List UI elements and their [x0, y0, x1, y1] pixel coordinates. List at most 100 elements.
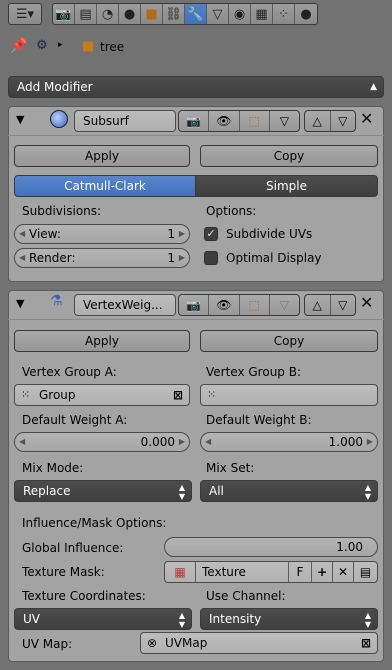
vertex-group-b-field[interactable]: ⁙: [200, 384, 378, 406]
dropdown-arrows-icon: ▲ ▼: [178, 611, 185, 629]
texture-coordinates-dropdown[interactable]: UV ▲ ▼: [14, 608, 192, 630]
collapse-triangle-icon[interactable]: ▼: [16, 113, 24, 126]
remove-modifier-icon[interactable]: ✕: [360, 109, 373, 128]
mix-set-dropdown[interactable]: All ▲ ▼: [200, 480, 378, 502]
vertex-weight-copy-button[interactable]: Copy: [200, 330, 378, 352]
move-up-icon[interactable]: △: [305, 111, 331, 131]
uv-map-label: UV Map:: [22, 637, 73, 651]
fake-user-button[interactable]: F: [289, 562, 312, 582]
subsurf-header: ▼ Subsurf 📷 👁 ⬚ ▽ △ ▽ ✕: [8, 106, 384, 136]
add-texture-icon[interactable]: +: [312, 562, 333, 582]
view-subdivisions-field[interactable]: ◀ View: 1 ▶: [14, 224, 190, 244]
breadcrumb: 📌 ⚙ ▸ ■ tree: [10, 38, 310, 58]
default-weight-a-label: Default Weight A:: [22, 413, 128, 427]
mix-mode-label: Mix Mode:: [22, 461, 84, 475]
subsurf-apply-button[interactable]: Apply: [14, 145, 190, 167]
default-weight-b-field[interactable]: ◀ 1.000 ▶: [200, 432, 378, 452]
move-down-icon[interactable]: ▽: [331, 295, 356, 315]
texture-icon[interactable]: ▦: [251, 4, 273, 24]
vertex-group-a-field[interactable]: ⁙ Group ⊠: [14, 384, 190, 406]
dropdown-arrows-icon: ▲ ▼: [364, 483, 371, 501]
object-name: tree: [100, 40, 125, 54]
data-icon[interactable]: ▽: [207, 4, 229, 24]
increment-arrow-icon: ▶: [178, 437, 185, 446]
viewport-eye-icon[interactable]: 👁: [209, 295, 240, 315]
tab-catmull-clark[interactable]: Catmull-Clark: [14, 175, 196, 197]
material-icon[interactable]: ◉: [229, 4, 251, 24]
cage-triangle-icon[interactable]: ▽: [270, 295, 299, 315]
texture-mask-label: Texture Mask:: [22, 565, 105, 579]
optimal-display-checkbox[interactable]: [204, 251, 218, 265]
vertex-group-icon: ⁙: [207, 388, 217, 401]
subsurf-name-field[interactable]: Subsurf: [74, 110, 176, 132]
cage-triangle-icon[interactable]: ▽: [270, 111, 299, 131]
render-icon[interactable]: 📷: [53, 4, 75, 24]
subdivisions-label: Subdivisions:: [22, 204, 102, 218]
move-up-icon[interactable]: △: [305, 295, 331, 315]
add-modifier-menu[interactable]: Add Modifier ▲: [8, 76, 384, 98]
subdivide-uvs-label: Subdivide UVs: [226, 227, 313, 241]
vertex-weight-header: ▼ ⚗ VertexWeig... 📷 👁 ⬚ ▽ △ ▽ ✕: [8, 290, 384, 320]
texture-coordinates-label: Texture Coordinates:: [22, 589, 146, 603]
mesh-object-icon: ■: [82, 39, 95, 54]
remove-modifier-icon[interactable]: ✕: [360, 293, 373, 312]
tab-simple[interactable]: Simple: [195, 175, 378, 197]
vertex-weight-apply-button[interactable]: Apply: [14, 330, 190, 352]
texture-checker-icon[interactable]: ▦: [165, 562, 196, 582]
vertex-weight-name-field[interactable]: VertexWeig...: [74, 294, 176, 316]
options-label: Options:: [206, 204, 257, 218]
particles-icon[interactable]: ⁘: [273, 4, 295, 24]
subdivide-uvs-checkbox[interactable]: ✓: [204, 227, 218, 241]
global-influence-label: Global Influence:: [22, 541, 124, 555]
increment-arrow-icon: ▶: [178, 229, 185, 238]
dropdown-arrows-icon: ▲ ▼: [364, 611, 371, 629]
uv-map-field[interactable]: ⊗ UVMap ⊠: [140, 632, 378, 654]
pin-icon[interactable]: 📌: [10, 38, 27, 54]
editor-type-menu[interactable]: ☰▾: [8, 3, 42, 25]
scene-icon[interactable]: ◔: [97, 4, 119, 24]
unlink-texture-icon[interactable]: ✕: [333, 562, 354, 582]
world-icon[interactable]: ●: [119, 4, 141, 24]
constraint-icon[interactable]: ⛓: [163, 4, 185, 24]
subsurf-icon: [50, 110, 68, 128]
subsurf-copy-button[interactable]: Copy: [200, 145, 378, 167]
physics-icon[interactable]: ●: [295, 4, 317, 24]
global-influence-slider[interactable]: 1.00: [164, 537, 378, 557]
up-down-arrows-icon: ▲: [370, 82, 377, 92]
increment-arrow-icon: ▶: [366, 437, 373, 446]
render-toggle-icon[interactable]: 📷: [179, 111, 210, 131]
decrement-arrow-icon: ◀: [19, 229, 26, 238]
default-weight-a-field[interactable]: ◀ 0.000 ▶: [14, 432, 190, 452]
viewport-eye-icon[interactable]: 👁: [209, 111, 240, 131]
clear-field-icon[interactable]: ⊠: [173, 385, 183, 405]
object-icon[interactable]: ■: [141, 4, 163, 24]
render-toggle-icon[interactable]: 📷: [179, 295, 210, 315]
modifier-icon[interactable]: 🔧: [185, 4, 207, 24]
decrement-arrow-icon: ◀: [205, 437, 212, 446]
editor-type-icon: ☰▾: [15, 6, 35, 22]
vertex-weight-display-toggles: 📷 👁 ⬚ ▽: [178, 294, 300, 316]
influence-mask-label: Influence/Mask Options:: [22, 516, 167, 530]
decrement-arrow-icon: ◀: [19, 253, 26, 262]
render-layers-icon[interactable]: ▤: [75, 4, 97, 24]
uv-map-icon: ⊗: [147, 636, 158, 650]
render-subdivisions-field[interactable]: ◀ Render: 1 ▶: [14, 248, 190, 268]
editmode-icon[interactable]: ⬚: [240, 295, 270, 315]
decrement-arrow-icon: ◀: [19, 437, 26, 446]
breadcrumb-separator-icon: ▸: [58, 40, 63, 50]
editmode-icon[interactable]: ⬚: [240, 111, 270, 131]
move-down-icon[interactable]: ▽: [331, 111, 356, 131]
subsurf-display-toggles: 📷 👁 ⬚ ▽: [178, 110, 300, 132]
mix-mode-dropdown[interactable]: Replace ▲ ▼: [14, 480, 192, 502]
properties-context-tabs: 📷 ▤ ◔ ● ■ ⛓ 🔧 ▽ ◉ ▦ ⁘ ●: [52, 3, 318, 25]
texture-mask-field[interactable]: ▦ Texture F + ✕ ▤: [164, 561, 378, 583]
vertex-weight-icon: ⚗: [50, 293, 63, 309]
clear-field-icon[interactable]: ⊠: [361, 633, 371, 653]
collapse-triangle-icon[interactable]: ▼: [16, 297, 24, 310]
browse-texture-icon[interactable]: ▤: [354, 562, 377, 582]
use-channel-dropdown[interactable]: Intensity ▲ ▼: [200, 608, 378, 630]
vertex-group-a-label: Vertex Group A:: [22, 365, 117, 379]
dropdown-arrows-icon: ▲ ▼: [178, 483, 185, 501]
optimal-display-label: Optimal Display: [226, 251, 322, 265]
default-weight-b-label: Default Weight B:: [206, 413, 312, 427]
